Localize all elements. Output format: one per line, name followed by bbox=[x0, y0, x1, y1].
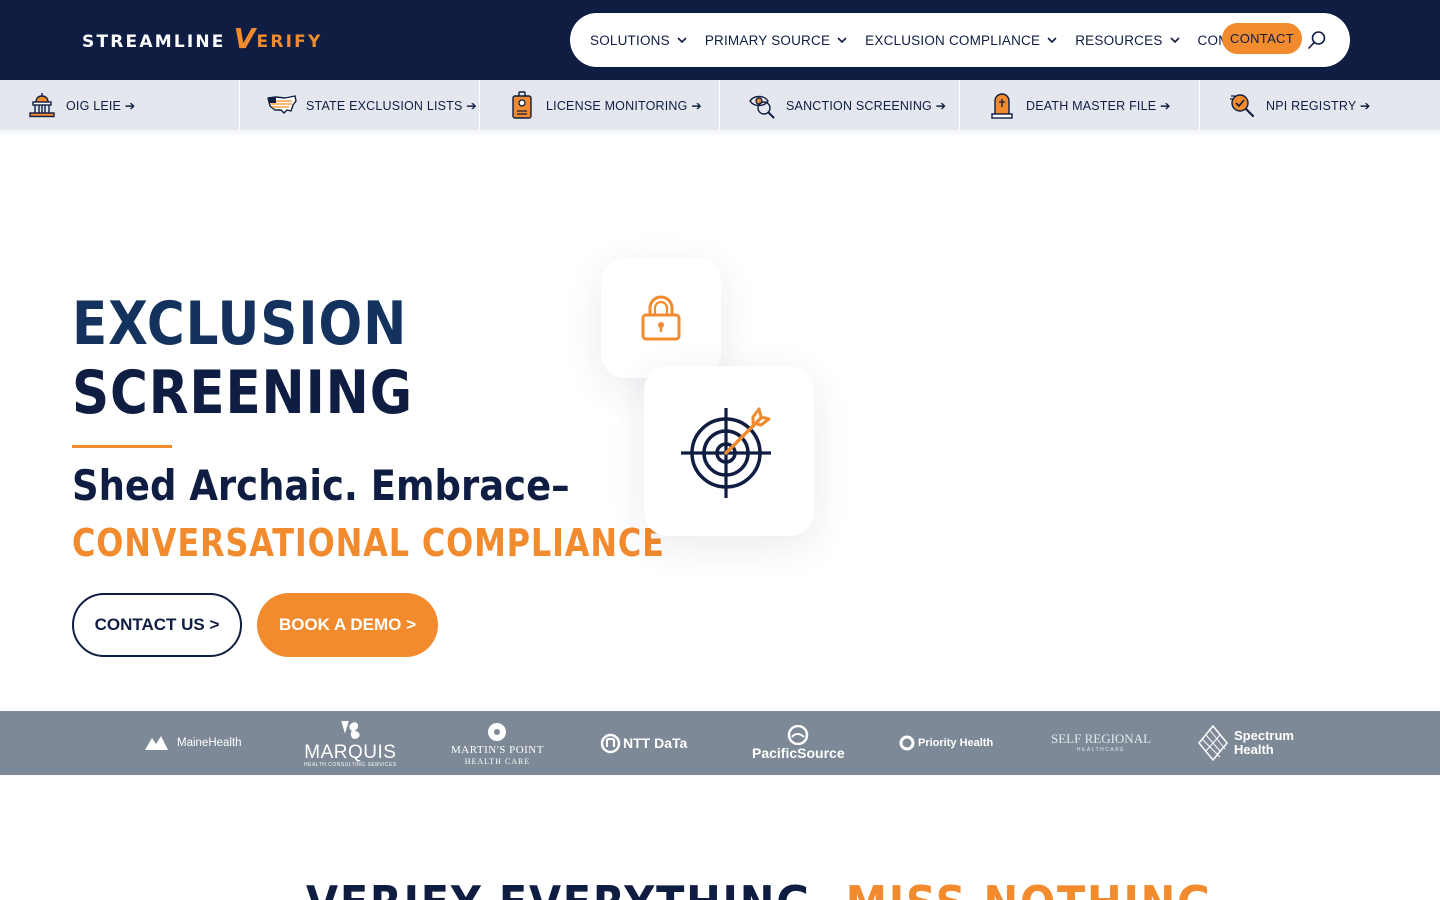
subnav-state-exclusion-lists[interactable]: STATE EXCLUSION LISTS ➔ bbox=[240, 80, 480, 130]
partner-logo-mainehealth: MaineHealth bbox=[145, 711, 242, 775]
partner-logo-ntt-data: NTT DaTa bbox=[600, 711, 687, 775]
subnav-license-monitoring[interactable]: LICENSE MONITORING ➔ bbox=[480, 80, 720, 130]
wave-icon bbox=[788, 725, 809, 745]
partner-name: MARTIN'S POINT bbox=[451, 743, 544, 756]
partner-name: NTT DaTa bbox=[623, 735, 688, 751]
id-badge-icon bbox=[506, 89, 538, 121]
hero-title: EXCLUSION SCREENING bbox=[72, 290, 413, 428]
tombstone-icon bbox=[986, 89, 1018, 121]
target-arrow-icon bbox=[681, 407, 771, 498]
priority-ring-icon bbox=[899, 735, 915, 751]
contact-button[interactable]: CONTACT bbox=[1222, 23, 1302, 54]
nav-label: SOLUTIONS bbox=[590, 32, 670, 48]
chevron-down-icon bbox=[1047, 36, 1057, 43]
subnav-label: STATE EXCLUSION LISTS ➔ bbox=[306, 98, 477, 113]
partner-name: Health bbox=[1234, 742, 1274, 757]
subnav-label: OIG LEIE ➔ bbox=[66, 98, 136, 113]
ntt-ring-icon bbox=[600, 733, 621, 753]
partner-name: PacificSource bbox=[752, 745, 845, 761]
subnav-death-master-file[interactable]: DEATH MASTER FILE ➔ bbox=[960, 80, 1200, 130]
capitol-building-icon bbox=[26, 89, 58, 121]
lock-card bbox=[601, 258, 721, 378]
chevron-down-icon bbox=[677, 36, 687, 43]
eye-magnifier-icon bbox=[746, 89, 778, 121]
subnav-label: DEATH MASTER FILE ➔ bbox=[1026, 98, 1171, 113]
spectrum-grid-icon bbox=[1198, 725, 1228, 761]
subnav-npi-registry[interactable]: NPI REGISTRY ➔ bbox=[1200, 80, 1440, 130]
partner-logo-spectrum-health: Spectrum Health bbox=[1198, 711, 1294, 775]
partner-name: MaineHealth bbox=[177, 737, 242, 749]
section-heading-orange: MISS NOTHING. bbox=[846, 876, 1231, 900]
hero-subtitle: Shed Archaic. Embrace– bbox=[72, 461, 570, 510]
partner-logo-self-regional: SELF REGIONAL HEALTHCARE bbox=[1051, 711, 1151, 775]
partner-logo-martins-point: MARTIN'S POINT HEALTH CARE bbox=[451, 711, 544, 775]
partner-subname: HEALTH CONSULTING SERVICES bbox=[304, 761, 397, 768]
flower-icon bbox=[488, 722, 507, 741]
subnav-label: NPI REGISTRY ➔ bbox=[1266, 98, 1371, 113]
title-underline bbox=[72, 445, 172, 448]
brand-logo[interactable]: STREAMLINE V ERIFY bbox=[82, 22, 323, 57]
partner-logo-pacificsource: PacificSource bbox=[752, 711, 845, 775]
partner-subname: HEALTH CARE bbox=[464, 756, 531, 766]
solutions-subnav: OIG LEIE ➔ STATE EXCLUSION LISTS ➔ LICEN… bbox=[0, 80, 1440, 130]
logo-main-text: STREAMLINE bbox=[82, 32, 226, 52]
subnav-oig-leie[interactable]: OIG LEIE ➔ bbox=[0, 80, 240, 130]
logo-rest-text: ERIFY bbox=[256, 32, 323, 52]
partner-logo-marquis: MARQUIS HEALTH CONSULTING SERVICES bbox=[304, 711, 397, 775]
target-card bbox=[644, 366, 814, 536]
subnav-shadow bbox=[0, 130, 1440, 138]
subnav-label: SANCTION SCREENING ➔ bbox=[786, 98, 947, 113]
search-icon[interactable] bbox=[1307, 30, 1327, 50]
section-heading: VERIFY EVERYTHING. MISS NOTHING. bbox=[306, 878, 1230, 900]
nav-solutions[interactable]: SOLUTIONS bbox=[590, 33, 687, 48]
contact-us-button[interactable]: CONTACT US > bbox=[72, 593, 242, 657]
partner-logo-priority-health: Priority Health bbox=[899, 711, 993, 775]
partner-name: MARQUIS bbox=[304, 741, 397, 763]
section-heading-dark: VERIFY EVERYTHING. bbox=[306, 876, 830, 900]
nav-exclusion-compliance[interactable]: EXCLUSION COMPLIANCE bbox=[865, 33, 1057, 48]
lock-icon bbox=[641, 295, 681, 341]
partner-subname: HEALTHCARE bbox=[1076, 747, 1126, 753]
magnifier-check-icon bbox=[1226, 89, 1258, 121]
us-map-icon bbox=[266, 89, 298, 121]
partner-name: Spectrum bbox=[1234, 728, 1294, 743]
nav-label: EXCLUSION COMPLIANCE bbox=[865, 32, 1041, 48]
hero-title-line2: SCREENING bbox=[72, 358, 413, 428]
nav-label: RESOURCES bbox=[1075, 32, 1163, 48]
mountain-icon bbox=[145, 736, 168, 750]
hero-tagline: CONVERSATIONAL COMPLIANCE bbox=[72, 521, 665, 565]
partner-name: SELF REGIONAL bbox=[1051, 731, 1152, 746]
main-nav: SOLUTIONS PRIMARY SOURCE EXCLUSION COMPL… bbox=[570, 13, 1350, 67]
nav-primary-source[interactable]: PRIMARY SOURCE bbox=[705, 33, 847, 48]
hero-title-line1: EXCLUSION bbox=[72, 289, 408, 359]
logo-v-mark: V bbox=[233, 22, 258, 55]
partner-name: Priority Health bbox=[918, 737, 994, 749]
nav-resources[interactable]: RESOURCES bbox=[1075, 32, 1180, 48]
chevron-down-icon bbox=[837, 36, 847, 43]
flower-icon bbox=[341, 720, 361, 739]
subnav-sanction-screening[interactable]: SANCTION SCREENING ➔ bbox=[720, 80, 960, 130]
book-demo-button[interactable]: BOOK A DEMO > bbox=[257, 593, 438, 657]
site-header: STREAMLINE V ERIFY SOLUTIONS PRIMARY SOU… bbox=[0, 0, 1440, 80]
nav-label: PRIMARY SOURCE bbox=[704, 32, 831, 48]
chevron-down-icon bbox=[1169, 36, 1180, 43]
partner-logo-strip: MaineHealth MARQUIS HEALTH CONSULTING SE… bbox=[0, 711, 1440, 775]
subnav-label: LICENSE MONITORING ➔ bbox=[546, 98, 702, 113]
